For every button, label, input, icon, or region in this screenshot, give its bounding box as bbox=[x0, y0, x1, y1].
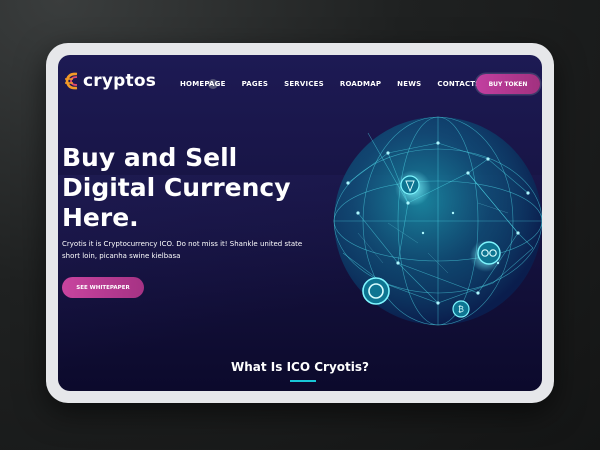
coin-icon bbox=[477, 241, 501, 265]
section-title: What Is ICO Cryotis? bbox=[231, 360, 369, 374]
coin-icon bbox=[400, 175, 420, 195]
coin-icon bbox=[362, 277, 390, 305]
hero-title-line: Here. bbox=[62, 203, 139, 232]
see-whitepaper-button[interactable]: SEE WHITEPAPER bbox=[62, 277, 144, 298]
nav-item-pages[interactable]: PAGES bbox=[242, 80, 268, 88]
nav-item-roadmap[interactable]: ROADMAP bbox=[340, 80, 381, 88]
hero-description: Cryotis it is Cryptocurrency ICO. Do not… bbox=[62, 240, 303, 260]
logo-icon bbox=[65, 72, 78, 90]
brand-name: cryptos bbox=[83, 71, 157, 91]
hero-title-line: Buy and Sell bbox=[62, 143, 238, 172]
hero-title: Buy and Sell Digital Currency Here. bbox=[62, 143, 302, 233]
main-nav: HOMEPAGE PAGES SERVICES ROADMAP NEWS CON… bbox=[180, 80, 497, 88]
buy-token-button[interactable]: BUY TOKEN bbox=[476, 74, 540, 94]
coin-icon: ₿ bbox=[452, 300, 470, 318]
section-title-underline bbox=[290, 380, 316, 382]
website-screen: cryptos HOMEPAGE PAGES SERVICES ROADMAP … bbox=[58, 55, 542, 391]
svg-text:₿: ₿ bbox=[458, 305, 464, 314]
brand-logo[interactable]: cryptos bbox=[64, 71, 156, 91]
nav-item-contacts[interactable]: CONTACTS bbox=[437, 80, 480, 88]
nav-item-services[interactable]: SERVICES bbox=[284, 80, 324, 88]
crypto-globe-illustration: ₿ bbox=[333, 116, 542, 326]
nav-item-news[interactable]: NEWS bbox=[397, 80, 421, 88]
nav-item-homepage[interactable]: HOMEPAGE bbox=[180, 80, 226, 88]
tablet-frame: cryptos HOMEPAGE PAGES SERVICES ROADMAP … bbox=[46, 43, 554, 403]
hero-title-line: Digital Currency bbox=[62, 173, 291, 202]
